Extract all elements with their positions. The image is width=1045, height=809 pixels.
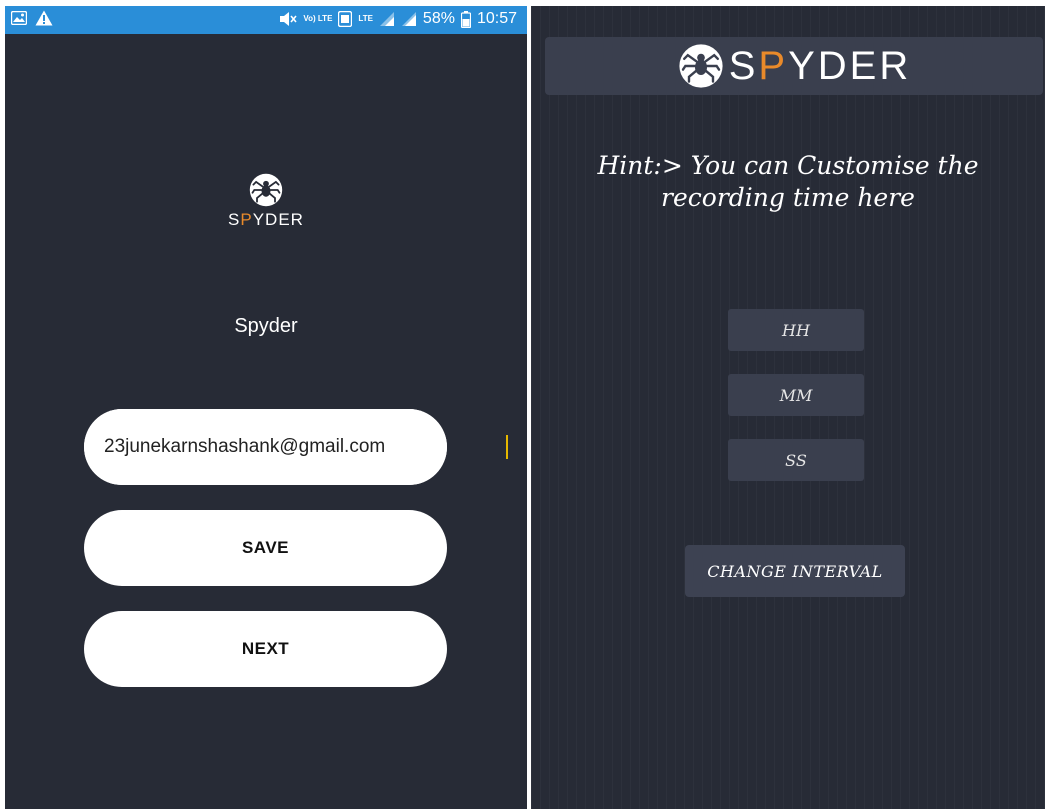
clock: 10:57	[476, 10, 517, 27]
spider-icon	[249, 173, 283, 207]
minutes-input[interactable]	[728, 374, 864, 416]
battery-percent: 58%	[422, 10, 455, 27]
email-field[interactable]	[84, 409, 447, 485]
text-cursor	[506, 435, 508, 459]
hours-input[interactable]	[728, 309, 864, 351]
battery-icon	[460, 10, 471, 28]
logo-text: SPYDER	[228, 210, 304, 229]
image-icon	[11, 11, 27, 25]
header-bar: SPYDER	[545, 37, 1043, 95]
save-button[interactable]: SAVE	[84, 510, 447, 586]
warning-icon	[35, 10, 53, 26]
spider-icon	[679, 44, 723, 88]
data-icon	[338, 11, 353, 27]
signal-icon	[401, 11, 417, 27]
email-field-container	[84, 409, 508, 485]
spyder-logo: SPYDER	[545, 37, 1043, 95]
hint-line-2: recording time here	[661, 183, 915, 212]
hint-line-1: Hint:> You can Customise the	[597, 151, 979, 180]
app-title: Spyder	[234, 315, 298, 337]
seconds-input[interactable]	[728, 439, 864, 481]
login-screen: Vo) LTE LTE 58% 10:57 SPYDER Spyder 23ju…	[5, 6, 527, 809]
change-interval-button[interactable]: CHANGE INTERVAL	[685, 545, 905, 597]
status-bar: Vo) LTE LTE 58% 10:57	[5, 6, 527, 34]
spyder-logo: SPYDER	[224, 172, 308, 230]
lte-icon: LTE	[358, 14, 373, 23]
logo-text: SPYDER	[728, 43, 912, 88]
interval-screen: SPYDER Hint:> You can Customise the reco…	[531, 6, 1045, 809]
volte-icon: Vo) LTE	[303, 14, 333, 23]
next-button[interactable]: NEXT	[84, 611, 447, 687]
mute-icon	[279, 11, 297, 27]
signal-icon	[379, 11, 395, 27]
hint-text: Hint:> You can Customise the recording t…	[531, 150, 1045, 214]
